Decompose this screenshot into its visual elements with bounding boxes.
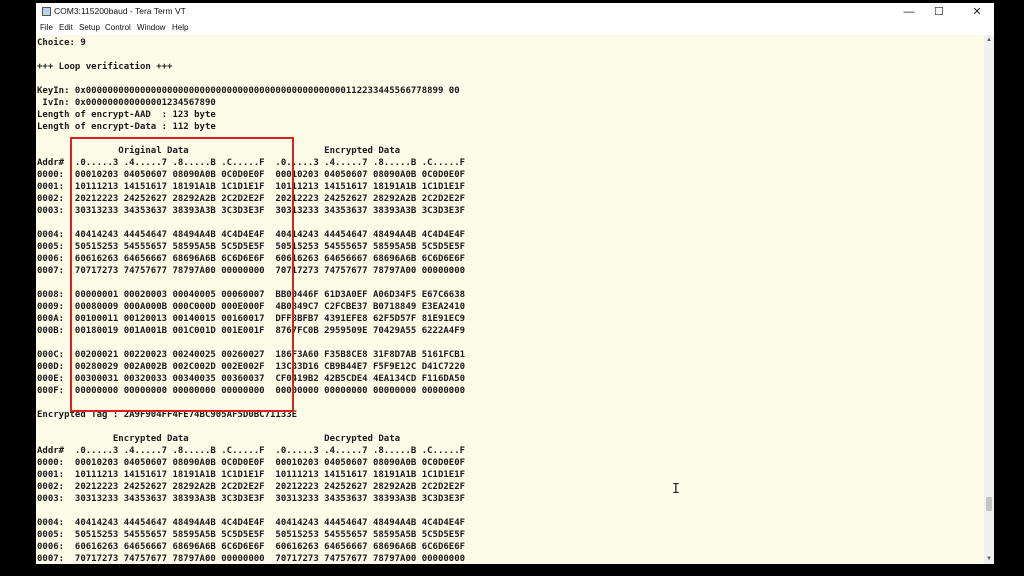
text-cursor-icon: I [672,482,680,497]
maximize-button[interactable]: ☐ [924,3,954,21]
scrollbar-thumb[interactable] [986,497,992,511]
title-bar[interactable]: COM3:115200baud - Tera Term VT — ☐ ✕ [36,3,994,21]
terminal-window: COM3:115200baud - Tera Term VT — ☐ ✕ Fil… [36,3,994,564]
original-data-highlight-box [70,137,294,412]
terminal-line: Choice: 9 [37,38,86,48]
terminal-line: 0004: 40414243 44454647 48494A4B 4C4D4E4… [37,518,466,528]
terminal-line: Length of encrypt-AAD : 123 byte [37,110,216,120]
terminal-line: Length of encrypt-Data : 112 byte [37,122,216,132]
terminal-output[interactable]: Choice: 9 +++ Loop verification +++ KeyIn:… [36,35,984,564]
terminal-line: Addr# .0.....3 .4.....7 .8.....B .C.....… [37,446,466,456]
minimize-button[interactable]: — [894,3,924,21]
terminal-line: 0003: 30313233 34353637 38393A3B 3C3D3E3… [37,494,466,504]
menu-window[interactable]: Window [137,23,165,32]
scroll-down-arrow-icon[interactable]: ▼ [984,554,994,564]
terminal-line: Encrypted Data Decrypted Data [37,434,401,444]
menu-control[interactable]: Control [105,23,131,32]
menu-bar: File Edit Setup Control Window Help [36,21,994,35]
vertical-scrollbar[interactable]: ▲ ▼ [984,35,994,564]
terminal-line: 0002: 20212223 24252627 28292A2B 2C2D2E2… [37,482,466,492]
terminal-line: IvIn: 0x000000000000001234567890 [37,98,216,108]
terminal-line: 0006: 60616263 64656667 68696A6B 6C6D6E6… [37,542,466,552]
terminal-line: 0007: 70717273 74757677 78797A00 0000000… [37,554,466,564]
terminal-line: 0005: 50515253 54555657 58595A5B 5C5D5E5… [37,530,466,540]
terminal-line: 0000: 00010203 04050607 08090A0B 0C0D0E0… [37,458,466,468]
menu-edit[interactable]: Edit [59,23,73,32]
terminal-line: +++ Loop verification +++ [37,62,173,72]
scroll-up-arrow-icon[interactable]: ▲ [984,35,994,45]
terminal-line: 0001: 10111213 14151617 18191A1B 1C1D1E1… [37,470,466,480]
close-button[interactable]: ✕ [962,3,992,21]
menu-file[interactable]: File [40,23,53,32]
menu-help[interactable]: Help [172,23,188,32]
terminal-line: KeyIn: 0x0000000000000000000000000000000… [37,86,460,96]
menu-setup[interactable]: Setup [79,23,100,32]
window-title: COM3:115200baud - Tera Term VT [54,6,186,16]
terminal-app-icon[interactable] [42,7,51,16]
